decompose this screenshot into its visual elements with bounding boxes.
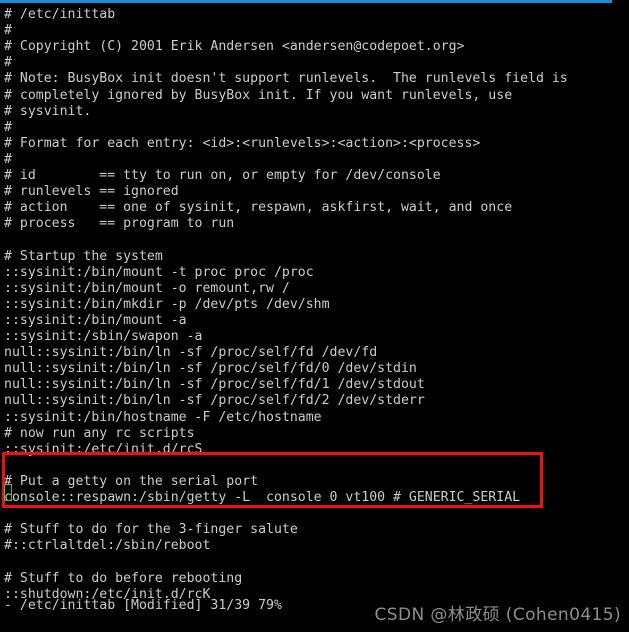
editor-line[interactable]: ::sysinit:/etc/init.d/rcS [4, 442, 203, 458]
editor-line[interactable]: #::ctrlaltdel:/sbin/reboot [4, 538, 210, 554]
editor-line[interactable]: null::sysinit:/bin/ln -sf /proc/self/fd … [4, 345, 377, 361]
editor-line[interactable]: # [4, 120, 12, 136]
editor-line[interactable]: # Startup the system [4, 249, 163, 265]
editor-line[interactable]: # sysvinit. [4, 104, 91, 120]
editor-line[interactable]: # Stuff to do before rebooting [4, 571, 242, 587]
editor-line[interactable]: null::sysinit:/bin/ln -sf /proc/self/fd/… [4, 361, 417, 377]
editor-line[interactable]: console::respawn:/sbin/getty -L console … [4, 490, 520, 506]
editor-line[interactable]: # [4, 55, 12, 71]
editor-line[interactable]: # /etc/inittab [4, 7, 115, 23]
editor-line[interactable]: null::sysinit:/bin/ln -sf /proc/self/fd/… [4, 377, 425, 393]
editor-line[interactable]: # [4, 23, 12, 39]
editor-line[interactable]: ::sysinit:/bin/mkdir -p /dev/pts /dev/sh… [4, 297, 330, 313]
editor-line[interactable]: # id == tty to run on, or empty for /dev… [4, 168, 441, 184]
editor-line[interactable]: ::sysinit:/sbin/swapon -a [4, 329, 203, 345]
editor-line[interactable]: ::sysinit:/bin/mount -t proc proc /proc [4, 265, 314, 281]
editor-line[interactable]: # now run any rc scripts [4, 426, 195, 442]
text-cursor [4, 484, 12, 501]
editor-line[interactable]: # runlevels == ignored [4, 184, 179, 200]
editor-line[interactable]: # action == one of sysinit, respawn, ask… [4, 200, 512, 216]
vi-text-area[interactable]: # /etc/inittab # # Copyright (C) 2001 Erik… [0, 3, 629, 632]
editor-line[interactable]: # process == program to run [4, 216, 234, 232]
editor-line[interactable]: # [4, 152, 12, 168]
editor-line[interactable]: # Format for each entry: <id>:<runlevels… [4, 136, 480, 152]
editor-line[interactable]: # completely ignored by BusyBox init. If… [4, 88, 512, 104]
editor-line[interactable]: # Put a getty on the serial port [4, 474, 258, 490]
editor-line[interactable]: null::sysinit:/bin/ln -sf /proc/self/fd/… [4, 393, 425, 409]
editor-line[interactable]: # Note: BusyBox init doesn't support run… [4, 71, 568, 87]
editor-line[interactable]: ::sysinit:/bin/hostname -F /etc/hostname [4, 410, 322, 426]
terminal-window: # /etc/inittab # # Copyright (C) 2001 Erik… [0, 0, 629, 632]
csdn-watermark: CSDN @林政硕 (Cohen0415) [374, 605, 621, 625]
editor-status-bar: - /etc/inittab [Modified] 31/39 79% [4, 598, 282, 613]
editor-line[interactable]: ::sysinit:/bin/mount -a [4, 313, 187, 329]
editor-line[interactable]: ::sysinit:/bin/mount -o remount,rw / [4, 281, 290, 297]
editor-line[interactable]: # Copyright (C) 2001 Erik Andersen <ande… [4, 39, 465, 55]
editor-line[interactable]: # Stuff to do for the 3-finger salute [4, 522, 298, 538]
